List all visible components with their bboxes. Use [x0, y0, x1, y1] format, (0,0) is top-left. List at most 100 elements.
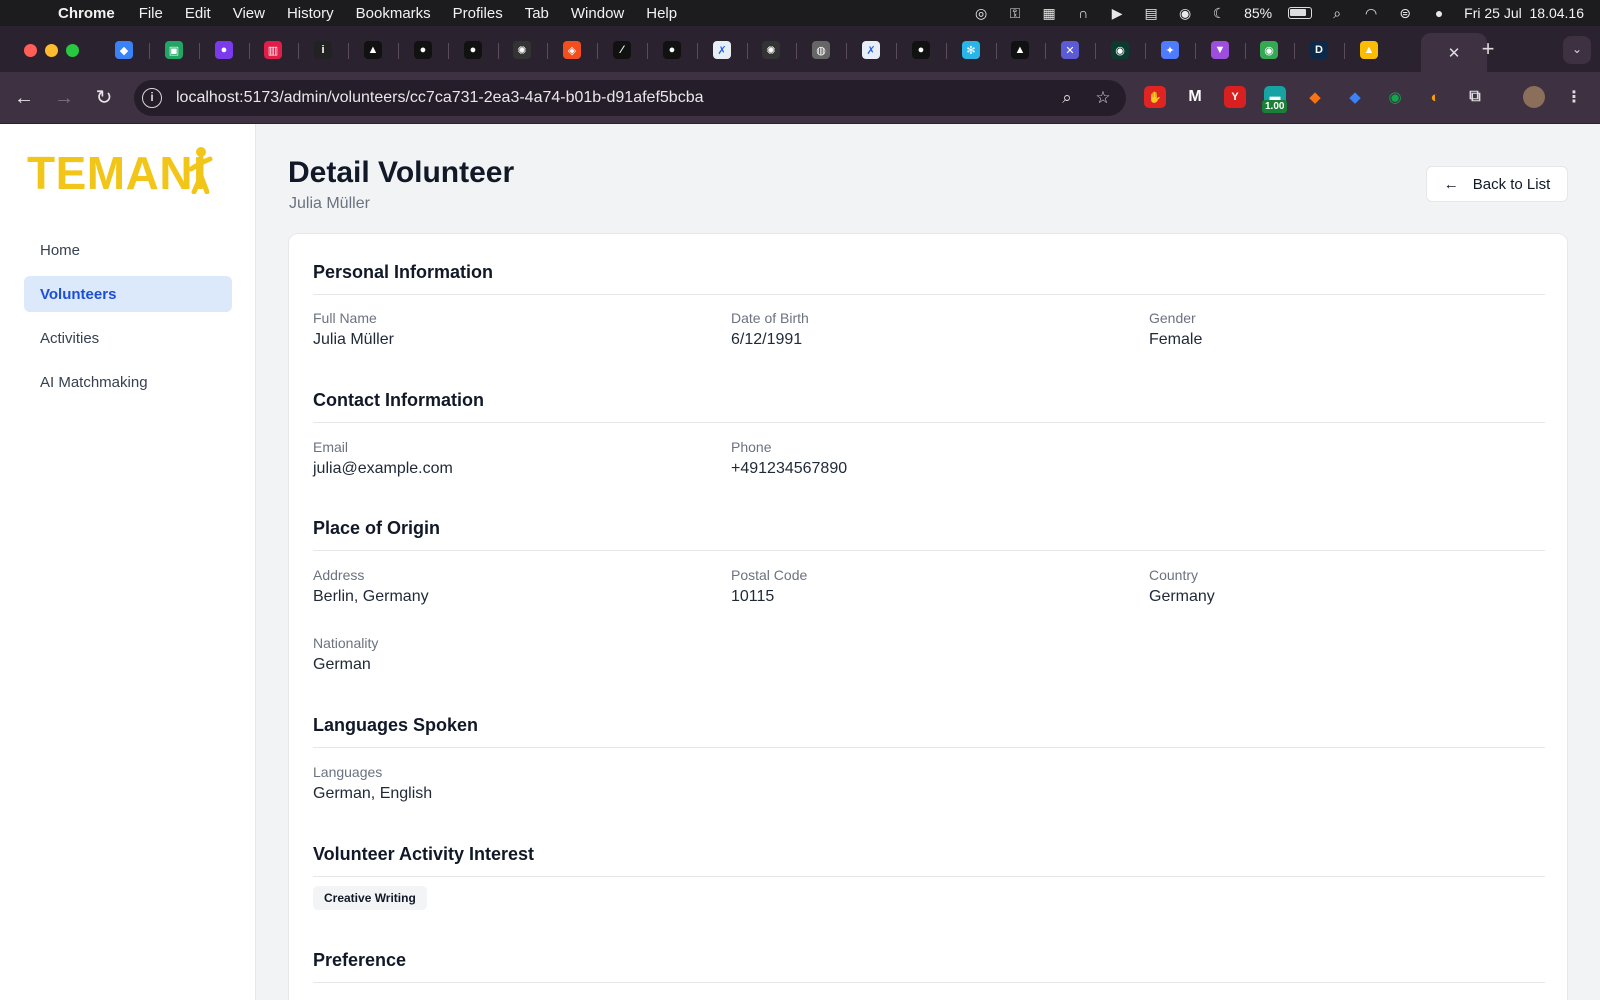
sidebar-item-activities[interactable]: Activities: [24, 320, 232, 356]
browser-tab[interactable]: ◉: [1103, 35, 1137, 65]
siri-icon[interactable]: ●: [1430, 4, 1448, 22]
linear-icon: ⁄: [613, 41, 631, 59]
url-text[interactable]: localhost:5173/admin/volunteers/cc7ca731…: [176, 89, 703, 107]
section-title-personal: Personal Information: [313, 262, 494, 282]
control-center-icon[interactable]: ⊜: [1396, 4, 1414, 22]
browser-tab[interactable]: ▲: [1352, 35, 1386, 65]
m-extension-icon[interactable]: M: [1184, 86, 1206, 108]
browser-tab[interactable]: ✗: [854, 35, 888, 65]
close-window-button[interactable]: [24, 44, 37, 57]
menu-edit[interactable]: Edit: [185, 5, 211, 22]
browser-tab[interactable]: ✻: [954, 35, 988, 65]
zoom-window-button[interactable]: [66, 44, 79, 57]
browser-tab[interactable]: i: [306, 35, 340, 65]
browser-tab[interactable]: ▲: [1003, 35, 1037, 65]
menu-history[interactable]: History: [287, 5, 334, 22]
browser-tab[interactable]: ✗: [705, 35, 739, 65]
browser-tab[interactable]: ◆: [107, 35, 141, 65]
y-extension-icon[interactable]: Y: [1224, 86, 1246, 108]
browser-tab[interactable]: D: [1302, 35, 1336, 65]
browser-tab[interactable]: ●: [655, 35, 689, 65]
sidebar-nav: Home Volunteers Activities AI Matchmakin…: [24, 232, 232, 408]
vpn-icon[interactable]: ▦: [1040, 4, 1058, 22]
field-label: Date of Birth: [731, 310, 809, 326]
field-gender: Gender Female: [1149, 310, 1202, 349]
headphones-icon[interactable]: ∩: [1074, 4, 1092, 22]
browser-tab[interactable]: ●: [904, 35, 938, 65]
address-bar[interactable]: i localhost:5173/admin/volunteers/cc7ca7…: [134, 80, 1126, 116]
sidebar-item-home[interactable]: Home: [24, 232, 232, 268]
tab-separator: [597, 43, 598, 59]
browser-tab[interactable]: ✕: [1053, 35, 1087, 65]
app-menu[interactable]: Chrome: [58, 5, 115, 22]
zoom-icon[interactable]: ⌕: [1056, 87, 1078, 109]
browser-tab[interactable]: ▼: [1203, 35, 1237, 65]
new-tab-button[interactable]: +: [1476, 38, 1500, 62]
menu-view[interactable]: View: [233, 5, 265, 22]
back-to-list-button[interactable]: ← Back to List: [1426, 166, 1568, 202]
temani-logo[interactable]: TEMANI: [27, 146, 215, 196]
close-tab-icon[interactable]: ✕: [1448, 44, 1461, 62]
battery-icon[interactable]: [1288, 7, 1313, 19]
menu-bookmarks[interactable]: Bookmarks: [356, 5, 431, 22]
browser-tab[interactable]: ▲: [356, 35, 390, 65]
browser-tab[interactable]: ●: [207, 35, 241, 65]
keyboard-icon[interactable]: ▤: [1142, 4, 1160, 22]
browser-tab[interactable]: ✺: [754, 35, 788, 65]
sidebar-item-volunteers[interactable]: Volunteers: [24, 276, 232, 312]
adblock-extension-icon[interactable]: ✋: [1144, 86, 1166, 108]
sidebar-item-ai-matchmaking[interactable]: AI Matchmaking: [24, 364, 232, 400]
wifi-icon[interactable]: ◠: [1362, 4, 1380, 22]
tab-search-button[interactable]: ⌄: [1563, 36, 1591, 64]
tab-separator: [896, 43, 897, 59]
tab-separator: [1045, 43, 1046, 59]
extensions-puzzle-icon[interactable]: ⧉: [1464, 86, 1486, 108]
menu-tab[interactable]: Tab: [525, 5, 549, 22]
browser-tab[interactable]: ●: [456, 35, 490, 65]
browser-tab[interactable]: ⁄: [605, 35, 639, 65]
menu-help[interactable]: Help: [646, 5, 677, 22]
menu-file[interactable]: File: [139, 5, 163, 22]
profile-avatar[interactable]: [1523, 86, 1545, 108]
reload-button[interactable]: ↻: [90, 84, 118, 112]
tab-separator: [1344, 43, 1345, 59]
browser-tab[interactable]: ◉: [1252, 35, 1286, 65]
orange-extension-icon[interactable]: ◐: [1424, 86, 1446, 108]
tab-separator: [348, 43, 349, 59]
keychain-icon[interactable]: ⚿: [1006, 4, 1024, 22]
bookmark-star-icon[interactable]: ☆: [1092, 87, 1114, 109]
browser-tab[interactable]: ✦: [1153, 35, 1187, 65]
back-to-list-label: Back to List: [1472, 175, 1551, 193]
moon-icon[interactable]: ☾: [1210, 4, 1228, 22]
field-address: Address Berlin, Germany: [313, 567, 429, 606]
tab-separator: [796, 43, 797, 59]
play-icon[interactable]: ▶: [1108, 4, 1126, 22]
browser-tab[interactable]: ▣: [157, 35, 191, 65]
site-info-icon[interactable]: i: [142, 88, 162, 108]
logo-text: TEMANI: [27, 147, 207, 199]
browser-tab[interactable]: ◈: [555, 35, 589, 65]
browser-tab[interactable]: ▥: [256, 35, 290, 65]
menu-window[interactable]: Window: [571, 5, 624, 22]
browser-tab[interactable]: ●: [406, 35, 440, 65]
tab-separator: [1245, 43, 1246, 59]
gem-extension-icon[interactable]: ◆: [1344, 86, 1366, 108]
section-title-interest: Volunteer Activity Interest: [313, 844, 535, 864]
browser-tab[interactable]: ◍: [804, 35, 838, 65]
vercel-icon: ▲: [1011, 41, 1029, 59]
chrome-menu-icon[interactable]: ⋮: [1563, 86, 1585, 108]
forward-nav-button[interactable]: →: [50, 84, 78, 112]
dev-icon: i: [314, 41, 332, 59]
fox-extension-icon[interactable]: ◆: [1304, 86, 1326, 108]
eye-extension-icon[interactable]: ◉: [1384, 86, 1406, 108]
search-icon[interactable]: ⌕: [1328, 4, 1346, 22]
menu-profiles[interactable]: Profiles: [453, 5, 503, 22]
minimize-window-button[interactable]: [45, 44, 58, 57]
user-icon[interactable]: ◉: [1176, 4, 1194, 22]
tab-separator: [697, 43, 698, 59]
vercel-icon: ▲: [364, 41, 382, 59]
back-nav-button[interactable]: ←: [10, 84, 38, 112]
browser-tab[interactable]: ✺: [505, 35, 539, 65]
creative-cloud-icon[interactable]: ◎: [972, 4, 990, 22]
field-full-name: Full Name Julia Müller: [313, 310, 394, 349]
